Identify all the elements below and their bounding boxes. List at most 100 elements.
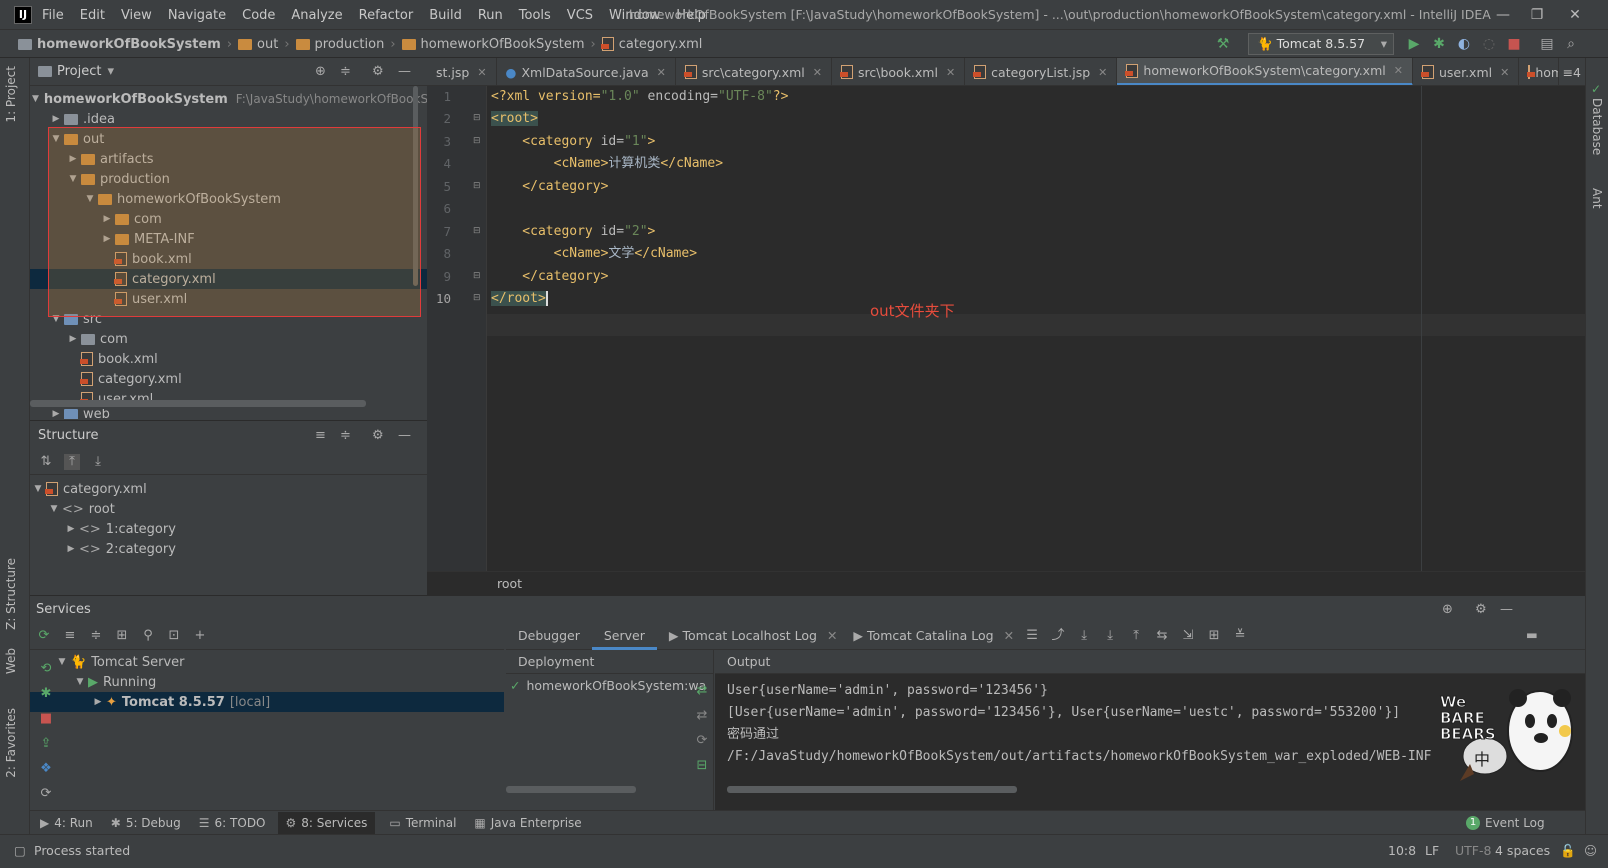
tree-item-idea[interactable]: ▶ .idea (30, 109, 427, 129)
download-all-icon[interactable]: ⤓ (1102, 628, 1118, 644)
group-by-icon[interactable]: ⊞ (114, 628, 130, 644)
database-tool-tab[interactable]: Database (1590, 98, 1604, 155)
tab-src-category-xml[interactable]: src\category.xml ✕ (676, 58, 832, 85)
refresh-icon[interactable]: ⟳ (36, 628, 52, 644)
breadcrumb-file[interactable]: category.xml (619, 37, 703, 52)
restore-layout-icon[interactable]: ▬ (1526, 627, 1538, 642)
tree-item-project-root[interactable]: ▼ homeworkOfBookSystem F:\JavaStudy\homewo… (30, 89, 435, 109)
update-icon[interactable]: ⟳ (692, 728, 712, 753)
stop-icon[interactable]: ■ (36, 706, 56, 731)
tree-item-category-xml-selected[interactable]: category.xml (30, 269, 427, 289)
run-configuration-select[interactable]: 🐈 Tomcat 8.5.57 ▾ (1248, 33, 1394, 55)
fold-icon[interactable]: ⊟ (473, 113, 481, 123)
tab-xmldatasource-java[interactable]: ● XmlDataSource.java ✕ (497, 58, 676, 85)
upload-icon[interactable]: ⤒ (1128, 628, 1144, 644)
run-icon[interactable]: ▶ (1405, 35, 1423, 53)
menu-view[interactable]: View (121, 8, 152, 23)
event-log-button[interactable]: 1 Event Log (1466, 815, 1545, 830)
breadcrumb-production[interactable]: production (315, 37, 385, 52)
debug-icon[interactable]: ✱ (1430, 35, 1448, 53)
menu-edit[interactable]: Edit (80, 8, 105, 23)
tree-item-web[interactable]: ▶ web (30, 409, 427, 419)
tool-tab-java-enterprise[interactable]: Java Enterprise (491, 816, 582, 830)
tool-tab-debug[interactable]: 5: Debug (126, 816, 181, 830)
tree-item-src-book-xml[interactable]: book.xml (30, 349, 427, 369)
tree-item-user-xml[interactable]: user.xml (30, 289, 427, 309)
structure-item-category-1[interactable]: ▶ <> 1:category (30, 519, 427, 539)
tab-localhost-log[interactable]: Tomcat Localhost Log (683, 628, 817, 643)
coverage-icon[interactable]: ◐ (1455, 35, 1473, 53)
close-icon[interactable]: ✕ (1004, 628, 1014, 643)
add-service-icon[interactable]: + (192, 628, 208, 644)
close-window-button[interactable]: ✕ (1565, 5, 1585, 25)
menu-analyze[interactable]: Analyze (291, 8, 342, 23)
tree-item-src[interactable]: ▼ src (30, 309, 427, 329)
horizontal-scrollbar[interactable] (727, 786, 1017, 793)
horizontal-scrollbar[interactable] (30, 400, 366, 407)
artifacts-icon[interactable]: ❖ (36, 756, 56, 781)
lock-icon[interactable]: 🔓 (1560, 843, 1576, 859)
minimize-button[interactable]: — (1493, 5, 1513, 25)
locate-icon[interactable]: ⊕ (1442, 602, 1453, 617)
breadcrumb-project[interactable]: homeworkOfBookSystem (37, 37, 221, 52)
expand-all-icon[interactable]: ≡ (62, 628, 78, 644)
tool-tab-terminal[interactable]: Terminal (406, 816, 457, 830)
service-item-running[interactable]: ▼ ▶ Running (30, 672, 504, 692)
restore-button[interactable]: ❐ (1527, 5, 1547, 25)
deployment-item[interactable]: ✓ homeworkOfBookSystem:wa (506, 674, 713, 696)
line-separator[interactable]: LF (1425, 843, 1439, 858)
settings-list-icon[interactable]: ≚ (1232, 628, 1248, 644)
project-panel-title[interactable]: Project (57, 64, 101, 79)
favorites-tool-tab[interactable]: 2: Favorites (4, 708, 18, 778)
tab-overflow-button[interactable]: ≡4 (1559, 58, 1585, 85)
menu-navigate[interactable]: Navigate (168, 8, 226, 23)
close-icon[interactable]: ✕ (477, 66, 486, 79)
collapse-all-icon[interactable]: ≑ (340, 64, 351, 79)
tool-tab-todo[interactable]: 6: TODO (215, 816, 266, 830)
build-hammer-icon[interactable]: ⚒ (1214, 35, 1232, 53)
tree-item-src-category-xml[interactable]: category.xml (30, 369, 427, 389)
collapse-all-icon[interactable]: ≑ (88, 628, 104, 644)
tree-item-module-output[interactable]: ▼ homeworkOfBookSystem (30, 189, 427, 209)
menu-tools[interactable]: Tools (519, 8, 551, 23)
tab-homework-truncated[interactable]: homeworkO (1519, 58, 1559, 85)
project-structure-icon[interactable]: ▤ (1538, 35, 1556, 53)
tool-tab-run[interactable]: 4: Run (54, 816, 93, 830)
menu-vcs[interactable]: VCS (567, 8, 593, 23)
close-icon[interactable]: ✕ (1098, 66, 1107, 79)
close-icon[interactable]: ✕ (827, 628, 837, 643)
collapse-all-icon[interactable]: ≑ (340, 428, 351, 443)
hide-icon[interactable]: — (398, 64, 411, 79)
breadcrumb-module[interactable]: homeworkOfBookSystem (421, 37, 585, 52)
fold-icon[interactable]: ⊟ (473, 226, 481, 236)
deploy-icon[interactable]: ⇪ (36, 731, 56, 756)
tree-item-book-xml[interactable]: book.xml (30, 249, 427, 269)
tree-item-src-com[interactable]: ▶ com (30, 329, 427, 349)
project-tool-tab[interactable]: 1: Project (4, 66, 18, 123)
tree-item-com[interactable]: ▶ com (30, 209, 427, 229)
fold-icon[interactable]: ⊟ (473, 136, 481, 146)
fold-icon[interactable]: ⊟ (473, 181, 481, 191)
code-editor[interactable]: <?xml version="1.0" encoding="UTF-8"?> <… (491, 86, 1491, 306)
tab-server[interactable]: Server (591, 622, 657, 650)
rerun-icon[interactable]: ⟲ (36, 656, 56, 681)
tree-item-out[interactable]: ▼ out (30, 129, 427, 149)
fold-icon[interactable]: ⊟ (473, 271, 481, 281)
structure-tool-tab[interactable]: Z: Structure (4, 558, 18, 630)
hide-icon[interactable]: — (398, 428, 411, 443)
profile-icon[interactable]: ◌ (1480, 35, 1498, 53)
search-everywhere-icon[interactable]: ⌕ (1562, 35, 1580, 53)
web-tool-tab[interactable]: Web (4, 648, 18, 674)
tab-st-jsp[interactable]: st.jsp ✕ (427, 58, 497, 85)
vertical-scrollbar[interactable] (413, 86, 418, 286)
refresh-icon[interactable]: ⟳ (36, 781, 56, 806)
close-icon[interactable]: ✕ (946, 66, 955, 79)
debug-icon[interactable]: ✱ (36, 681, 56, 706)
locate-icon[interactable]: ⊕ (315, 64, 326, 79)
close-icon[interactable]: ✕ (1500, 66, 1509, 79)
expand-all-icon[interactable]: ≡ (315, 428, 326, 443)
exclude-icon[interactable]: ⇲ (1180, 628, 1196, 644)
gear-icon[interactable]: ⚙ (1475, 602, 1487, 617)
gear-icon[interactable]: ⚙ (372, 64, 384, 79)
sync-icon[interactable]: ⇆ (1154, 628, 1170, 644)
